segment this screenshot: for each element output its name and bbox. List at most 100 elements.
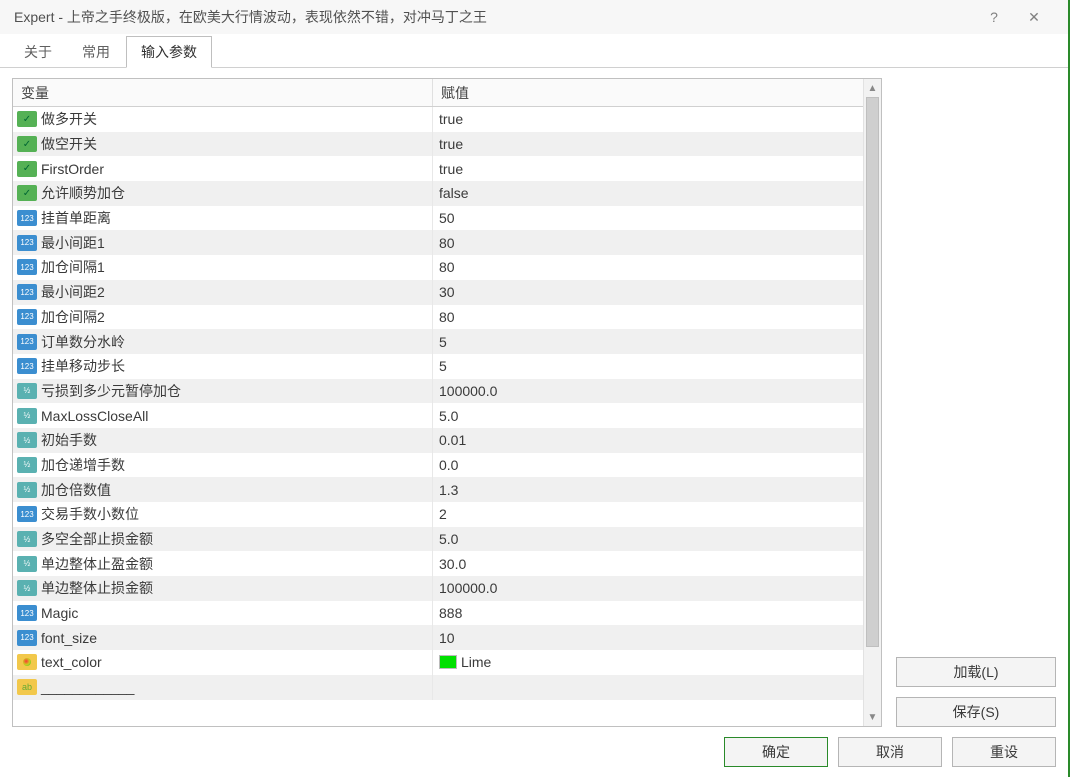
param-value-cell[interactable]: 80 xyxy=(433,230,881,255)
param-name: 单边整体止盈金额 xyxy=(41,554,153,574)
param-value-cell[interactable]: 30 xyxy=(433,280,881,305)
param-name-cell: ½加仓递增手数 xyxy=(13,453,433,478)
bottom-bar: 确定 取消 重设 xyxy=(724,737,1056,767)
param-value: 5 xyxy=(439,334,447,350)
param-value-cell[interactable]: true xyxy=(433,107,881,132)
param-row[interactable]: ½初始手数0.01 xyxy=(13,428,881,453)
param-name: MaxLossCloseAll xyxy=(41,408,148,424)
param-row[interactable]: ½单边整体止盈金额30.0 xyxy=(13,551,881,576)
param-value-cell[interactable]: 50 xyxy=(433,206,881,231)
param-value: 5.0 xyxy=(439,408,458,424)
bool-type-icon: ✓ xyxy=(17,111,37,127)
param-row[interactable]: 123加仓间隔180 xyxy=(13,255,881,280)
close-button[interactable]: ✕ xyxy=(1014,9,1054,26)
param-name-cell: 123加仓间隔2 xyxy=(13,305,433,330)
param-value: 2 xyxy=(439,506,447,522)
param-row[interactable]: ab____________ xyxy=(13,675,881,700)
param-value: 50 xyxy=(439,210,455,226)
color-type-icon xyxy=(17,654,37,670)
param-value-cell[interactable]: 5.0 xyxy=(433,527,881,552)
tab-inputs[interactable]: 输入参数 xyxy=(126,36,212,68)
param-name: 多空全部止损金额 xyxy=(41,529,153,549)
param-value: 100000.0 xyxy=(439,580,497,596)
tab-bar: 关于 常用 输入参数 xyxy=(0,34,1068,68)
param-value-cell[interactable]: true xyxy=(433,132,881,157)
param-name: 加仓倍数值 xyxy=(41,480,111,500)
param-value-cell[interactable]: 5.0 xyxy=(433,403,881,428)
param-value-cell[interactable] xyxy=(433,675,881,700)
param-value-cell[interactable]: 10 xyxy=(433,625,881,650)
col-header-variable[interactable]: 变量 xyxy=(13,79,433,106)
param-row[interactable]: 123font_size10 xyxy=(13,625,881,650)
param-name: FirstOrder xyxy=(41,161,104,177)
param-row[interactable]: ½亏损到多少元暂停加仓100000.0 xyxy=(13,379,881,404)
param-row[interactable]: ½加仓倍数值1.3 xyxy=(13,477,881,502)
param-value-cell[interactable]: 5 xyxy=(433,354,881,379)
param-row[interactable]: 123最小间距230 xyxy=(13,280,881,305)
param-name-cell: 123最小间距2 xyxy=(13,280,433,305)
param-name-cell: ½MaxLossCloseAll xyxy=(13,403,433,428)
vertical-scrollbar[interactable]: ▲ ▼ xyxy=(863,79,881,726)
window-title: Expert - 上帝之手终极版，在欧美大行情波动，表现依然不错，对冲马丁之王 xyxy=(14,7,974,27)
scroll-down-arrow[interactable]: ▼ xyxy=(864,708,881,726)
int-type-icon: 123 xyxy=(17,358,37,374)
color-swatch xyxy=(439,655,457,669)
param-row[interactable]: ✓FirstOrdertrue xyxy=(13,156,881,181)
param-value-cell[interactable]: 888 xyxy=(433,601,881,626)
param-row[interactable]: ✓做多开关true xyxy=(13,107,881,132)
col-header-value[interactable]: 赋值 xyxy=(433,79,881,106)
param-name-cell: ✓做多开关 xyxy=(13,107,433,132)
param-row[interactable]: 123挂首单距离50 xyxy=(13,206,881,231)
param-value-cell[interactable]: 0.0 xyxy=(433,453,881,478)
param-value-cell[interactable]: 1.3 xyxy=(433,477,881,502)
param-row[interactable]: ✓允许顺势加仓false xyxy=(13,181,881,206)
param-value-cell[interactable]: true xyxy=(433,156,881,181)
save-button[interactable]: 保存(S) xyxy=(896,697,1056,727)
param-row[interactable]: 123最小间距180 xyxy=(13,230,881,255)
param-row[interactable]: 123挂单移动步长5 xyxy=(13,354,881,379)
load-button[interactable]: 加载(L) xyxy=(896,657,1056,687)
param-row[interactable]: ½加仓递增手数 0.0 xyxy=(13,453,881,478)
scroll-up-arrow[interactable]: ▲ xyxy=(864,79,881,97)
ok-button[interactable]: 确定 xyxy=(724,737,828,767)
param-value-cell[interactable]: 80 xyxy=(433,255,881,280)
help-button[interactable]: ? xyxy=(974,9,1014,25)
tab-common[interactable]: 常用 xyxy=(68,37,124,67)
scroll-thumb[interactable] xyxy=(866,97,879,647)
int-type-icon: 123 xyxy=(17,309,37,325)
param-name-cell: ab____________ xyxy=(13,675,433,700)
param-value-cell[interactable]: 100000.0 xyxy=(433,379,881,404)
param-row[interactable]: 123订单数分水岭5 xyxy=(13,329,881,354)
param-value: 0.0 xyxy=(439,457,458,473)
param-name: 最小间距1 xyxy=(41,233,105,253)
param-row[interactable]: ✓做空开关true xyxy=(13,132,881,157)
param-name-cell: 123Magic xyxy=(13,601,433,626)
scroll-track[interactable] xyxy=(864,97,881,708)
int-type-icon: 123 xyxy=(17,210,37,226)
param-row[interactable]: text_colorLime xyxy=(13,650,881,675)
param-name: 允许顺势加仓 xyxy=(41,183,125,203)
param-value-cell[interactable]: 30.0 xyxy=(433,551,881,576)
param-name-cell: ½单边整体止损金额 xyxy=(13,576,433,601)
param-value-cell[interactable]: 80 xyxy=(433,305,881,330)
tab-about[interactable]: 关于 xyxy=(10,37,66,67)
param-row[interactable]: ½MaxLossCloseAll 5.0 xyxy=(13,403,881,428)
param-value-cell[interactable]: false xyxy=(433,181,881,206)
param-name-cell: 123最小间距1 xyxy=(13,230,433,255)
param-name-cell: ½单边整体止盈金额 xyxy=(13,551,433,576)
param-value-cell[interactable]: 100000.0 xyxy=(433,576,881,601)
param-row[interactable]: 123交易手数小数位2 xyxy=(13,502,881,527)
param-value-cell[interactable]: Lime xyxy=(433,650,881,675)
param-row[interactable]: 123Magic888 xyxy=(13,601,881,626)
param-value-cell[interactable]: 0.01 xyxy=(433,428,881,453)
cancel-button[interactable]: 取消 xyxy=(838,737,942,767)
param-row[interactable]: ½单边整体止损金额 100000.0 xyxy=(13,576,881,601)
param-value-cell[interactable]: 2 xyxy=(433,502,881,527)
param-value-cell[interactable]: 5 xyxy=(433,329,881,354)
params-table: 变量 赋值 ✓做多开关true✓做空开关true✓FirstOrdertrue✓… xyxy=(12,78,882,727)
param-name-cell: ✓做空开关 xyxy=(13,132,433,157)
param-row[interactable]: ½多空全部止损金额5.0 xyxy=(13,527,881,552)
reset-button[interactable]: 重设 xyxy=(952,737,1056,767)
param-row[interactable]: 123加仓间隔280 xyxy=(13,305,881,330)
str-type-icon: ab xyxy=(17,679,37,695)
